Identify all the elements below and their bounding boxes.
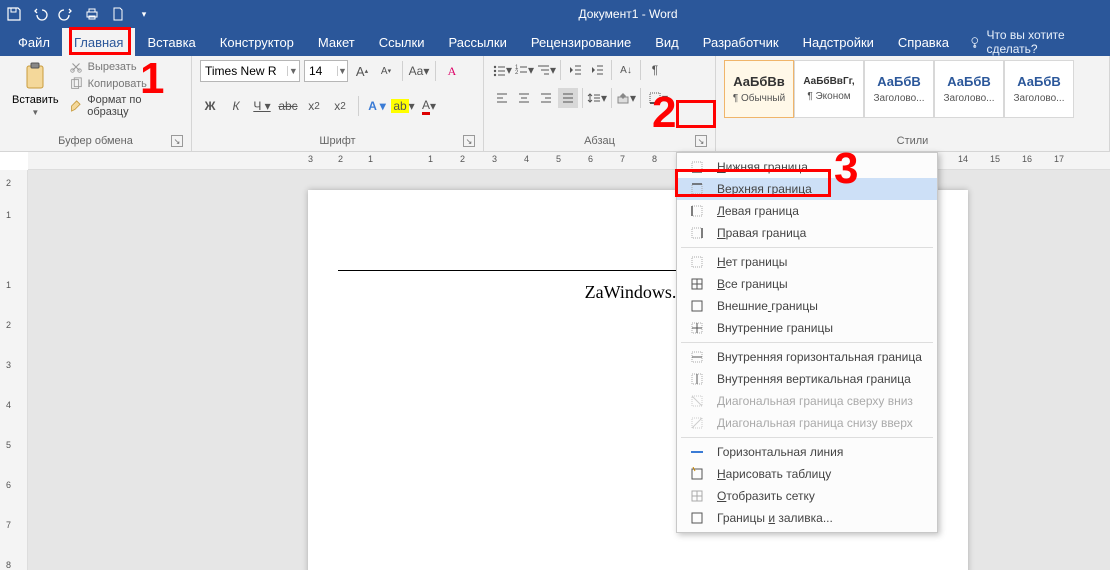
show-marks-icon[interactable]: ¶ bbox=[645, 60, 665, 80]
style-box[interactable]: АаБбВЗаголово... bbox=[934, 60, 1004, 118]
annotation-number-1: 1 bbox=[140, 54, 164, 104]
style-box[interactable]: АаБбВЗаголово... bbox=[1004, 60, 1074, 118]
clear-formatting-icon[interactable]: A bbox=[442, 61, 462, 81]
document-area[interactable]: ZaWindows.ru bbox=[28, 170, 1110, 570]
decrease-indent-icon[interactable] bbox=[565, 60, 585, 80]
tell-me-search[interactable]: Что вы хотите сделать? bbox=[961, 28, 1104, 56]
document-title: Документ1 - Word bbox=[152, 7, 1104, 21]
borders-menu-item[interactable]: Внутренние границы bbox=[677, 317, 937, 339]
tab-рассылки[interactable]: Рассылки bbox=[436, 28, 518, 56]
copy-button[interactable]: Копировать bbox=[69, 77, 183, 91]
borders-menu-item[interactable]: Нарисовать таблицу bbox=[677, 463, 937, 485]
quick-access-toolbar: ▾ bbox=[6, 6, 152, 22]
multilevel-list-icon[interactable]: ▾ bbox=[536, 60, 556, 80]
tab-ссылки[interactable]: Ссылки bbox=[367, 28, 437, 56]
quick-print-icon[interactable] bbox=[84, 6, 100, 22]
tab-конструктор[interactable]: Конструктор bbox=[208, 28, 306, 56]
save-icon[interactable] bbox=[6, 6, 22, 22]
borders-menu-item: Диагональная граница сверху вниз bbox=[677, 390, 937, 412]
font-color-icon[interactable]: A ▾ bbox=[419, 96, 439, 116]
grow-font-icon[interactable]: A▴ bbox=[352, 61, 372, 81]
italic-icon[interactable]: К bbox=[226, 96, 246, 116]
tab-справка[interactable]: Справка bbox=[886, 28, 961, 56]
annotation-box-2 bbox=[676, 100, 716, 128]
style-box[interactable]: АаБбВвГг,¶ Эконом bbox=[794, 60, 864, 118]
borders-menu-item[interactable]: Внутренняя горизонтальная граница bbox=[677, 346, 937, 368]
style-box[interactable]: АаБбВв¶ Обычный bbox=[724, 60, 794, 118]
change-case-icon[interactable]: Aa▾ bbox=[409, 61, 429, 81]
paste-button[interactable]: Вставить ▼ bbox=[8, 60, 63, 117]
borders-menu-item[interactable]: Все границы bbox=[677, 273, 937, 295]
bullets-icon[interactable]: ▾ bbox=[492, 60, 512, 80]
annotation-box-1 bbox=[69, 27, 131, 55]
borders-menu-item[interactable]: Нет границы bbox=[677, 251, 937, 273]
align-center-icon[interactable] bbox=[514, 88, 534, 108]
chevron-down-icon: ▼ bbox=[31, 108, 39, 117]
highlight-icon[interactable]: ab▾ bbox=[393, 96, 413, 116]
font-name-combo[interactable]: ▼ bbox=[200, 60, 300, 82]
style-box[interactable]: АаБбВЗаголово... bbox=[864, 60, 934, 118]
annotation-number-3: 3 bbox=[834, 144, 858, 194]
superscript-icon[interactable]: x2 bbox=[330, 96, 350, 116]
borders-dropdown-menu: Нижняя границаВерхняя границаЛевая грани… bbox=[676, 152, 938, 533]
line-spacing-icon[interactable]: ▾ bbox=[587, 88, 607, 108]
tab-вставка[interactable]: Вставка bbox=[135, 28, 207, 56]
borders-menu-item[interactable]: Отобразить сетку bbox=[677, 485, 937, 507]
group-styles: АаБбВв¶ ОбычныйАаБбВвГг,¶ ЭкономАаБбВЗаг… bbox=[716, 56, 1110, 151]
tab-разработчик[interactable]: Разработчик bbox=[691, 28, 791, 56]
borders-menu-item[interactable]: Внешние границы bbox=[677, 295, 937, 317]
align-right-icon[interactable] bbox=[536, 88, 556, 108]
paragraph-dialog-launcher[interactable]: ↘ bbox=[695, 135, 707, 147]
ribbon-tabs: ФайлГлавнаяВставкаКонструкторМакетСсылки… bbox=[0, 28, 1110, 56]
font-dialog-launcher[interactable]: ↘ bbox=[463, 135, 475, 147]
paste-label: Вставить bbox=[12, 94, 59, 106]
font-size-combo[interactable]: ▼ bbox=[304, 60, 348, 82]
numbering-icon[interactable]: 12▾ bbox=[514, 60, 534, 80]
horizontal-ruler[interactable]: 3211234567814151617 bbox=[28, 152, 1110, 170]
underline-icon[interactable]: Ч ▾ bbox=[252, 96, 272, 116]
strikethrough-icon[interactable]: abc bbox=[278, 96, 298, 116]
redo-icon[interactable] bbox=[58, 6, 74, 22]
borders-menu-item[interactable]: Границы и заливка... bbox=[677, 507, 937, 529]
borders-menu-item[interactable]: Правая граница bbox=[677, 222, 937, 244]
tab-рецензирование[interactable]: Рецензирование bbox=[519, 28, 643, 56]
borders-menu-item[interactable]: Верхняя граница bbox=[677, 178, 937, 200]
sort-icon[interactable]: A↓ bbox=[616, 60, 636, 80]
borders-menu-item[interactable]: Левая граница bbox=[677, 200, 937, 222]
tab-надстройки[interactable]: Надстройки bbox=[791, 28, 886, 56]
tab-файл[interactable]: Файл bbox=[6, 28, 62, 56]
increase-indent-icon[interactable] bbox=[587, 60, 607, 80]
clipboard-dialog-launcher[interactable]: ↘ bbox=[171, 135, 183, 147]
tab-вид[interactable]: Вид bbox=[643, 28, 691, 56]
ribbon: Вставить ▼ Вырезать Копировать Формат по… bbox=[0, 56, 1110, 152]
align-justify-icon[interactable] bbox=[558, 88, 578, 108]
shrink-font-icon[interactable]: A▾ bbox=[376, 61, 396, 81]
qat-customize-icon[interactable]: ▾ bbox=[136, 6, 152, 22]
tab-макет[interactable]: Макет bbox=[306, 28, 367, 56]
annotation-number-2: 2 bbox=[652, 88, 676, 138]
cut-button[interactable]: Вырезать bbox=[69, 60, 183, 74]
format-painter-button[interactable]: Формат по образцу bbox=[69, 94, 183, 118]
svg-text:2: 2 bbox=[515, 70, 519, 76]
group-font: ▼ ▼ A▴ A▾ Aa▾ A Ж К Ч ▾ abc x2 x2 A ▾ ab… bbox=[192, 56, 484, 151]
borders-menu-item[interactable]: Горизонтальная линия bbox=[677, 441, 937, 463]
undo-icon[interactable] bbox=[32, 6, 48, 22]
shading-icon[interactable]: ▾ bbox=[616, 88, 636, 108]
text-effects-icon[interactable]: A ▾ bbox=[367, 96, 387, 116]
new-doc-icon[interactable] bbox=[110, 6, 126, 22]
subscript-icon[interactable]: x2 bbox=[304, 96, 324, 116]
borders-menu-item[interactable]: Внутренняя вертикальная граница bbox=[677, 368, 937, 390]
align-left-icon[interactable] bbox=[492, 88, 512, 108]
title-bar: ▾ Документ1 - Word bbox=[0, 0, 1110, 28]
borders-menu-item: Диагональная граница снизу вверх bbox=[677, 412, 937, 434]
bold-icon[interactable]: Ж bbox=[200, 96, 220, 116]
borders-menu-item[interactable]: Нижняя граница bbox=[677, 156, 937, 178]
vertical-ruler[interactable]: 2112345678 bbox=[0, 170, 28, 570]
